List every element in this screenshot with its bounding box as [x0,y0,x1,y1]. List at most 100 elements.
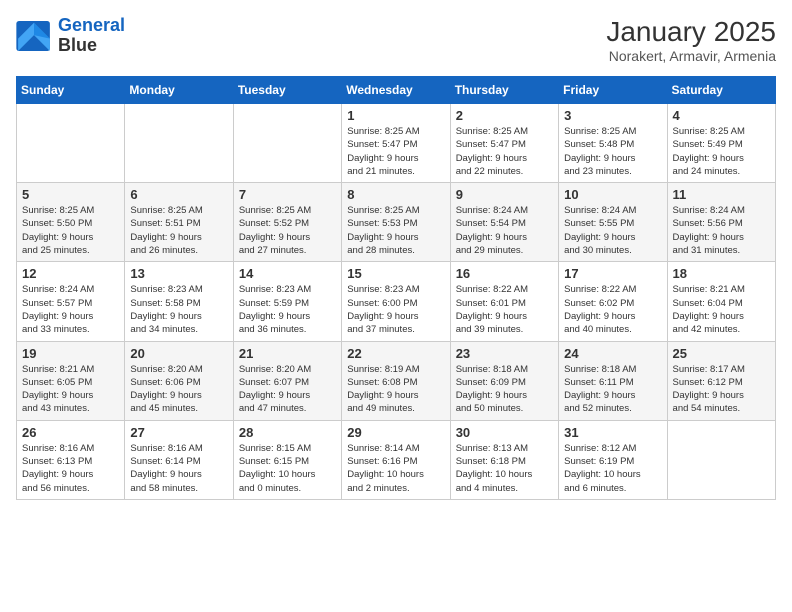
day-number: 8 [347,187,444,202]
calendar-cell: 18 Sunrise: 8:21 AM Sunset: 6:04 PM Dayli… [667,262,775,341]
day-number: 26 [22,425,119,440]
calendar-cell: 5 Sunrise: 8:25 AM Sunset: 5:50 PM Daylig… [17,183,125,262]
day-number: 9 [456,187,553,202]
logo: General Blue [16,16,125,56]
day-number: 5 [22,187,119,202]
day-number: 7 [239,187,336,202]
day-info: Sunrise: 8:24 AM Sunset: 5:55 PM Dayligh… [564,204,661,257]
day-info: Sunrise: 8:20 AM Sunset: 6:06 PM Dayligh… [130,363,227,416]
calendar-cell: 20 Sunrise: 8:20 AM Sunset: 6:06 PM Dayli… [125,341,233,420]
day-number: 10 [564,187,661,202]
calendar-cell: 11 Sunrise: 8:24 AM Sunset: 5:56 PM Dayli… [667,183,775,262]
calendar-cell: 3Sunrise: 8:25 AM Sunset: 5:48 PM Daylig… [559,104,667,183]
day-info: Sunrise: 8:25 AM Sunset: 5:49 PM Dayligh… [673,125,770,178]
calendar-cell: 4 Sunrise: 8:25 AM Sunset: 5:49 PM Daylig… [667,104,775,183]
day-number: 31 [564,425,661,440]
day-info: Sunrise: 8:25 AM Sunset: 5:53 PM Dayligh… [347,204,444,257]
day-number: 21 [239,346,336,361]
day-info: Sunrise: 8:25 AM Sunset: 5:47 PM Dayligh… [456,125,553,178]
weekday-monday: Monday [125,77,233,104]
day-number: 11 [673,187,770,202]
day-number: 28 [239,425,336,440]
calendar-cell: 13Sunrise: 8:23 AM Sunset: 5:58 PM Dayli… [125,262,233,341]
calendar-cell: 19 Sunrise: 8:21 AM Sunset: 6:05 PM Dayli… [17,341,125,420]
calendar-cell: 9 Sunrise: 8:24 AM Sunset: 5:54 PM Daylig… [450,183,558,262]
day-number: 19 [22,346,119,361]
calendar-cell: 30 Sunrise: 8:13 AM Sunset: 6:18 PM Dayli… [450,420,558,499]
day-info: Sunrise: 8:25 AM Sunset: 5:47 PM Dayligh… [347,125,444,178]
calendar-week-5: 26 Sunrise: 8:16 AM Sunset: 6:13 PM Dayli… [17,420,776,499]
calendar-cell: 21 Sunrise: 8:20 AM Sunset: 6:07 PM Dayli… [233,341,341,420]
day-info: Sunrise: 8:24 AM Sunset: 5:54 PM Dayligh… [456,204,553,257]
day-number: 23 [456,346,553,361]
day-info: Sunrise: 8:18 AM Sunset: 6:09 PM Dayligh… [456,363,553,416]
day-info: Sunrise: 8:23 AM Sunset: 5:59 PM Dayligh… [239,283,336,336]
day-info: Sunrise: 8:14 AM Sunset: 6:16 PM Dayligh… [347,442,444,495]
logo-icon [16,21,52,51]
calendar-cell: 16Sunrise: 8:22 AM Sunset: 6:01 PM Dayli… [450,262,558,341]
day-info: Sunrise: 8:20 AM Sunset: 6:07 PM Dayligh… [239,363,336,416]
day-info: Sunrise: 8:13 AM Sunset: 6:18 PM Dayligh… [456,442,553,495]
calendar-week-4: 19 Sunrise: 8:21 AM Sunset: 6:05 PM Dayli… [17,341,776,420]
day-info: Sunrise: 8:21 AM Sunset: 6:04 PM Dayligh… [673,283,770,336]
day-info: Sunrise: 8:16 AM Sunset: 6:14 PM Dayligh… [130,442,227,495]
day-info: Sunrise: 8:22 AM Sunset: 6:02 PM Dayligh… [564,283,661,336]
calendar-cell: 6Sunrise: 8:25 AM Sunset: 5:51 PM Daylig… [125,183,233,262]
calendar-week-3: 12 Sunrise: 8:24 AM Sunset: 5:57 PM Dayli… [17,262,776,341]
calendar-cell: 17 Sunrise: 8:22 AM Sunset: 6:02 PM Dayli… [559,262,667,341]
day-info: Sunrise: 8:18 AM Sunset: 6:11 PM Dayligh… [564,363,661,416]
calendar-cell [667,420,775,499]
calendar-cell: 23 Sunrise: 8:18 AM Sunset: 6:09 PM Dayli… [450,341,558,420]
calendar-cell: 1 Sunrise: 8:25 AM Sunset: 5:47 PM Daylig… [342,104,450,183]
calendar-week-1: 1 Sunrise: 8:25 AM Sunset: 5:47 PM Daylig… [17,104,776,183]
day-info: Sunrise: 8:25 AM Sunset: 5:50 PM Dayligh… [22,204,119,257]
day-info: Sunrise: 8:24 AM Sunset: 5:57 PM Dayligh… [22,283,119,336]
page-header: General Blue January 2025 Norakert, Arma… [16,16,776,64]
calendar-cell: 27Sunrise: 8:16 AM Sunset: 6:14 PM Dayli… [125,420,233,499]
weekday-thursday: Thursday [450,77,558,104]
calendar-cell: 22 Sunrise: 8:19 AM Sunset: 6:08 PM Dayli… [342,341,450,420]
day-info: Sunrise: 8:21 AM Sunset: 6:05 PM Dayligh… [22,363,119,416]
day-number: 17 [564,266,661,281]
calendar-cell: 7 Sunrise: 8:25 AM Sunset: 5:52 PM Daylig… [233,183,341,262]
day-info: Sunrise: 8:25 AM Sunset: 5:48 PM Dayligh… [564,125,661,178]
day-number: 24 [564,346,661,361]
day-number: 20 [130,346,227,361]
weekday-friday: Friday [559,77,667,104]
day-number: 30 [456,425,553,440]
day-number: 12 [22,266,119,281]
day-number: 1 [347,108,444,123]
calendar-cell: 10 Sunrise: 8:24 AM Sunset: 5:55 PM Dayli… [559,183,667,262]
day-info: Sunrise: 8:23 AM Sunset: 5:58 PM Dayligh… [130,283,227,336]
day-number: 25 [673,346,770,361]
day-info: Sunrise: 8:15 AM Sunset: 6:15 PM Dayligh… [239,442,336,495]
title-block: January 2025 Norakert, Armavir, Armenia [606,16,776,64]
day-info: Sunrise: 8:19 AM Sunset: 6:08 PM Dayligh… [347,363,444,416]
calendar-cell: 26 Sunrise: 8:16 AM Sunset: 6:13 PM Dayli… [17,420,125,499]
weekday-header-row: SundayMondayTuesdayWednesdayThursdayFrid… [17,77,776,104]
day-number: 16 [456,266,553,281]
day-info: Sunrise: 8:16 AM Sunset: 6:13 PM Dayligh… [22,442,119,495]
calendar-cell: 2 Sunrise: 8:25 AM Sunset: 5:47 PM Daylig… [450,104,558,183]
logo-text: General Blue [58,16,125,56]
day-info: Sunrise: 8:25 AM Sunset: 5:51 PM Dayligh… [130,204,227,257]
day-number: 2 [456,108,553,123]
calendar-cell: 31Sunrise: 8:12 AM Sunset: 6:19 PM Dayli… [559,420,667,499]
weekday-wednesday: Wednesday [342,77,450,104]
month-year: January 2025 [606,16,776,48]
calendar-cell: 14 Sunrise: 8:23 AM Sunset: 5:59 PM Dayli… [233,262,341,341]
day-number: 18 [673,266,770,281]
calendar-cell: 25Sunrise: 8:17 AM Sunset: 6:12 PM Dayli… [667,341,775,420]
day-number: 15 [347,266,444,281]
day-info: Sunrise: 8:23 AM Sunset: 6:00 PM Dayligh… [347,283,444,336]
day-info: Sunrise: 8:24 AM Sunset: 5:56 PM Dayligh… [673,204,770,257]
day-number: 14 [239,266,336,281]
calendar-week-2: 5 Sunrise: 8:25 AM Sunset: 5:50 PM Daylig… [17,183,776,262]
day-number: 22 [347,346,444,361]
location: Norakert, Armavir, Armenia [606,48,776,64]
calendar-cell: 24 Sunrise: 8:18 AM Sunset: 6:11 PM Dayli… [559,341,667,420]
calendar-table: SundayMondayTuesdayWednesdayThursdayFrid… [16,76,776,500]
calendar-header: SundayMondayTuesdayWednesdayThursdayFrid… [17,77,776,104]
day-info: Sunrise: 8:25 AM Sunset: 5:52 PM Dayligh… [239,204,336,257]
day-number: 4 [673,108,770,123]
